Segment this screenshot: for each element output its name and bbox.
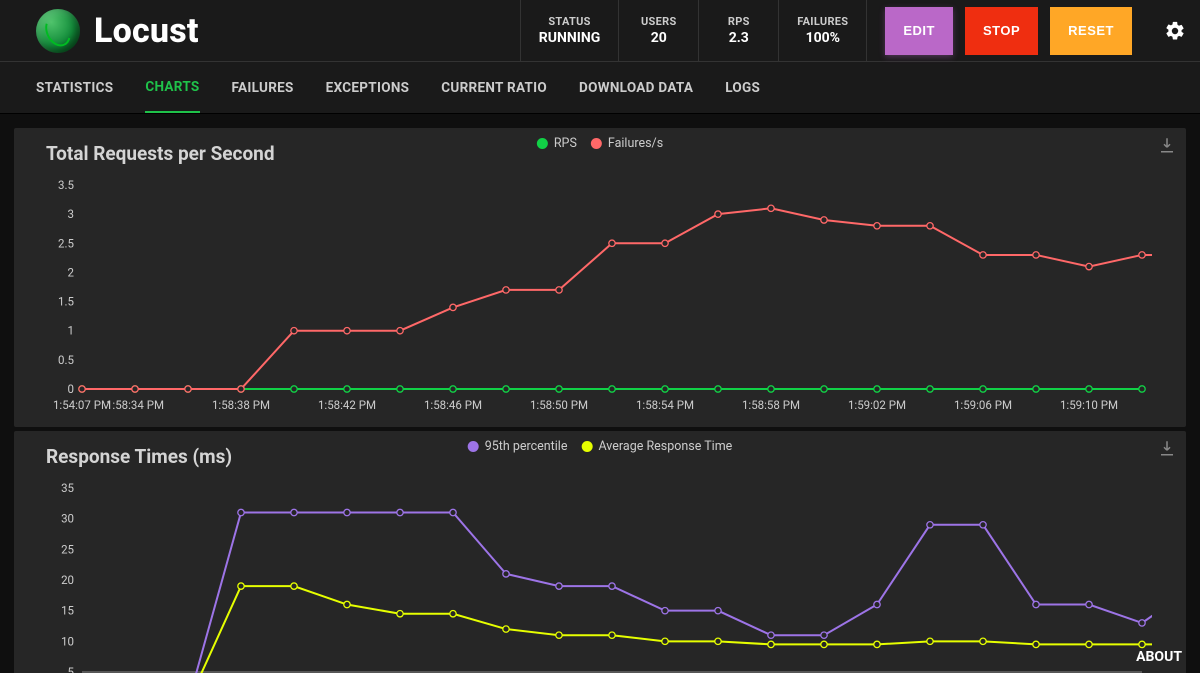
svg-text:30: 30 bbox=[61, 512, 74, 526]
settings-button[interactable] bbox=[1150, 20, 1200, 42]
chart-plot: 51015202530351:54:07 PM1:58:34 PM1:58:38… bbox=[32, 472, 1152, 673]
svg-text:1:54:07 PM: 1:54:07 PM bbox=[53, 398, 111, 412]
download-icon bbox=[1158, 439, 1176, 457]
tab-statistics[interactable]: STATISTICS bbox=[36, 64, 113, 112]
svg-text:10: 10 bbox=[61, 634, 74, 648]
svg-text:1:58:42 PM: 1:58:42 PM bbox=[318, 398, 376, 412]
download-icon bbox=[1158, 136, 1176, 154]
tab-failures[interactable]: FAILURES bbox=[232, 64, 294, 112]
download-chart-button[interactable] bbox=[1158, 136, 1176, 158]
metric-value: 20 bbox=[651, 30, 667, 46]
charts-area: RPS Failures/s Total Requests per Second… bbox=[0, 114, 1200, 673]
legend-dot-icon bbox=[591, 138, 602, 149]
legend-dot-icon bbox=[468, 441, 479, 452]
legend-dot-icon bbox=[537, 138, 548, 149]
stop-button[interactable]: STOP bbox=[965, 7, 1038, 55]
metric-label: FAILURES bbox=[797, 15, 848, 28]
chart-legend: RPS Failures/s bbox=[537, 136, 663, 151]
brand: Locust bbox=[0, 9, 199, 53]
svg-text:1:59:02 PM: 1:59:02 PM bbox=[848, 398, 906, 412]
tab-exceptions[interactable]: EXCEPTIONS bbox=[326, 64, 410, 112]
chart-requests-per-second: RPS Failures/s Total Requests per Second… bbox=[14, 128, 1186, 427]
svg-text:1:58:34 PM: 1:58:34 PM bbox=[106, 398, 164, 412]
nav-tabs: STATISTICS CHARTS FAILURES EXCEPTIONS CU… bbox=[0, 62, 1200, 114]
reset-button[interactable]: RESET bbox=[1050, 7, 1132, 55]
about-link[interactable]: ABOUT bbox=[1136, 649, 1182, 665]
locust-logo-icon bbox=[36, 9, 80, 53]
tab-charts[interactable]: CHARTS bbox=[145, 63, 199, 113]
tab-current-ratio[interactable]: CURRENT RATIO bbox=[441, 64, 547, 112]
svg-text:1:59:06 PM: 1:59:06 PM bbox=[954, 398, 1012, 412]
metric-users: USERS 20 bbox=[618, 0, 698, 61]
svg-text:1:58:50 PM: 1:58:50 PM bbox=[530, 398, 588, 412]
chart-response-times: 95th percentile Average Response Time Re… bbox=[14, 431, 1186, 673]
svg-text:1.5: 1.5 bbox=[58, 295, 74, 309]
svg-text:1:58:54 PM: 1:58:54 PM bbox=[636, 398, 694, 412]
status-metrics: STATUS RUNNING USERS 20 RPS 2.3 FAILURES… bbox=[520, 0, 868, 61]
svg-text:1: 1 bbox=[68, 324, 74, 338]
top-actions: EDIT STOP RESET bbox=[867, 0, 1150, 61]
legend-item-failures[interactable]: Failures/s bbox=[591, 136, 663, 151]
legend-item-p95[interactable]: 95th percentile bbox=[468, 439, 568, 454]
svg-text:20: 20 bbox=[61, 573, 74, 587]
svg-text:1:59:10 PM: 1:59:10 PM bbox=[1060, 398, 1118, 412]
svg-text:25: 25 bbox=[61, 542, 74, 556]
svg-text:3.5: 3.5 bbox=[58, 178, 74, 192]
svg-text:15: 15 bbox=[61, 604, 74, 618]
svg-text:1:58:38 PM: 1:58:38 PM bbox=[212, 398, 270, 412]
legend-dot-icon bbox=[581, 441, 592, 452]
download-chart-button[interactable] bbox=[1158, 439, 1176, 461]
legend-label: 95th percentile bbox=[485, 439, 568, 454]
svg-text:35: 35 bbox=[61, 481, 74, 495]
metric-value: 100% bbox=[806, 30, 840, 46]
svg-text:5: 5 bbox=[68, 665, 75, 673]
svg-text:3: 3 bbox=[68, 207, 74, 221]
chart-plot: 0 0.5 1 1.5 2 2.5 3 3.5 1:54:07 PM1:58:34 PM 1:58… bbox=[32, 169, 1152, 419]
svg-text:0.5: 0.5 bbox=[58, 353, 74, 367]
svg-text:1:58:46 PM: 1:58:46 PM bbox=[424, 398, 482, 412]
legend-label: Average Response Time bbox=[598, 439, 732, 454]
edit-button[interactable]: EDIT bbox=[885, 7, 953, 55]
legend-label: Failures/s bbox=[608, 136, 663, 151]
chart-legend: 95th percentile Average Response Time bbox=[468, 439, 733, 454]
brand-name: Locust bbox=[94, 11, 199, 51]
metric-status: STATUS RUNNING bbox=[520, 0, 618, 61]
svg-text:2: 2 bbox=[68, 265, 75, 279]
metric-label: STATUS bbox=[548, 15, 590, 28]
svg-text:1:58:58 PM: 1:58:58 PM bbox=[742, 398, 800, 412]
tab-download-data[interactable]: DOWNLOAD DATA bbox=[579, 64, 693, 112]
tab-logs[interactable]: LOGS bbox=[725, 64, 760, 112]
metric-value: RUNNING bbox=[539, 30, 600, 46]
svg-text:0: 0 bbox=[68, 382, 74, 396]
legend-label: RPS bbox=[554, 136, 577, 151]
top-bar: Locust STATUS RUNNING USERS 20 RPS 2.3 F… bbox=[0, 0, 1200, 62]
metric-value: 2.3 bbox=[729, 30, 749, 46]
svg-text:2.5: 2.5 bbox=[58, 236, 74, 250]
gear-icon bbox=[1164, 20, 1186, 42]
metric-label: RPS bbox=[728, 15, 750, 28]
legend-item-rps[interactable]: RPS bbox=[537, 136, 577, 151]
legend-item-avg[interactable]: Average Response Time bbox=[581, 439, 732, 454]
metric-rps: RPS 2.3 bbox=[698, 0, 778, 61]
metric-failures: FAILURES 100% bbox=[778, 0, 867, 61]
metric-label: USERS bbox=[641, 15, 677, 28]
